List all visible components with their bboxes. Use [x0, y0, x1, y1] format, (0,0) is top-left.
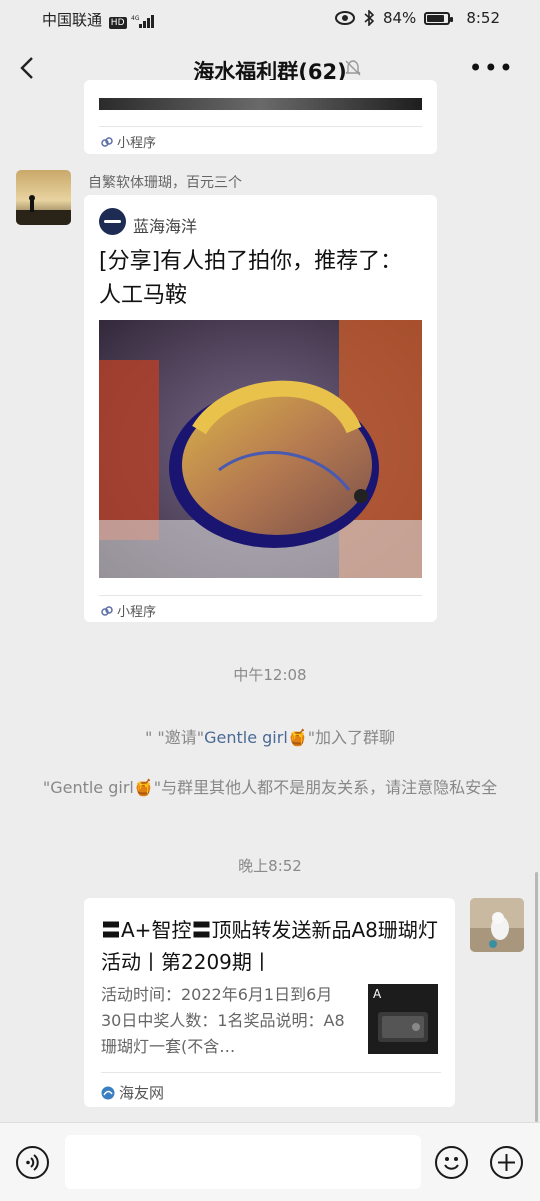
carrier: 中国联通 HD 4G	[42, 9, 157, 30]
card-image	[99, 98, 422, 110]
divider	[99, 595, 422, 596]
bluetooth-icon	[364, 10, 375, 26]
svg-text:4G: 4G	[131, 15, 140, 22]
invitee-emoji: 🍯	[287, 728, 308, 747]
message-input[interactable]	[65, 1135, 421, 1189]
divider	[99, 126, 422, 127]
mini-program-share-card[interactable]: 蓝海海洋 [分享]有人拍了拍你，推荐了：人工马鞍 小程序	[84, 195, 437, 622]
share-title: [分享]有人拍了拍你，推荐了：人工马鞍	[99, 249, 403, 308]
invite-prefix: " "邀请"	[144, 728, 205, 747]
status-bar: 中国联通 HD 4G 84% 8:52	[0, 0, 540, 38]
clock: 8:52	[466, 9, 500, 27]
mini-program-tag: 小程序	[101, 601, 156, 620]
source-tag: 海友网	[101, 1082, 164, 1103]
source-logo-icon	[99, 208, 126, 235]
privacy-prefix: "Gentle girl	[42, 778, 134, 797]
source-name: 蓝海海洋	[133, 217, 198, 236]
signal-icon: 4G	[131, 14, 155, 28]
mini-program-card-top[interactable]: 小程序	[84, 80, 437, 154]
link-card[interactable]: 〓A+智控〓顶贴转发送新品A8珊瑚灯活动丨第2209期丨 活动时间：2022年6…	[84, 898, 455, 1107]
scrollbar[interactable]	[535, 872, 538, 1122]
avatar[interactable]	[470, 898, 524, 952]
avatar[interactable]	[16, 170, 71, 225]
invite-suffix: "加入了群聊	[307, 728, 396, 747]
more-dots-icon[interactable]: •••	[469, 54, 514, 82]
link-source: 海友网	[119, 1084, 165, 1102]
system-message-invite: " "邀请"Gentle girl🍯"加入了群聊	[0, 724, 540, 748]
link-description: 活动时间：2022年6月1日到6月30日中奖人数：1名奖品说明：A8珊瑚灯一套(…	[101, 985, 345, 1056]
privacy-text: "与群里其他人都不是朋友关系，请注意隐私安全	[153, 778, 498, 797]
plus-circle-icon[interactable]	[490, 1146, 523, 1179]
invitee-name[interactable]: Gentle girl	[204, 728, 288, 747]
mini-program-label: 小程序	[117, 605, 157, 620]
battery-icon	[424, 11, 454, 25]
timestamp: 晚上8:52	[238, 857, 302, 875]
mini-program-icon	[101, 605, 113, 616]
battery-percent: 84%	[382, 9, 417, 27]
link-title: 〓A+智控〓顶贴转发送新品A8珊瑚灯活动丨第2209期丨	[101, 918, 438, 974]
site-logo-icon	[101, 1086, 115, 1099]
voice-icon[interactable]	[16, 1146, 49, 1179]
eye-icon	[334, 11, 355, 25]
mini-program-icon	[101, 136, 113, 147]
bell-muted-icon	[345, 60, 361, 76]
fish-photo	[99, 320, 422, 578]
hd-badge: HD	[108, 17, 127, 29]
status-right: 84% 8:52	[334, 9, 500, 27]
carrier-name: 中国联通	[42, 11, 103, 29]
mini-program-label: 小程序	[117, 136, 157, 151]
svg-text:A: A	[373, 987, 382, 1001]
battery-fill	[427, 14, 445, 22]
sender-name: 自繁软体珊瑚，百元三个	[88, 175, 242, 191]
smile-face-icon[interactable]	[435, 1146, 468, 1179]
timestamp: 中午12:08	[233, 666, 307, 684]
link-thumbnail: A	[368, 984, 438, 1054]
system-message-privacy: "Gentle girl🍯"与群里其他人都不是朋友关系，请注意隐私安全	[40, 776, 500, 800]
divider	[101, 1072, 441, 1073]
privacy-emoji: 🍯	[133, 778, 154, 797]
mini-program-tag: 小程序	[101, 132, 156, 151]
input-bar	[0, 1122, 540, 1201]
